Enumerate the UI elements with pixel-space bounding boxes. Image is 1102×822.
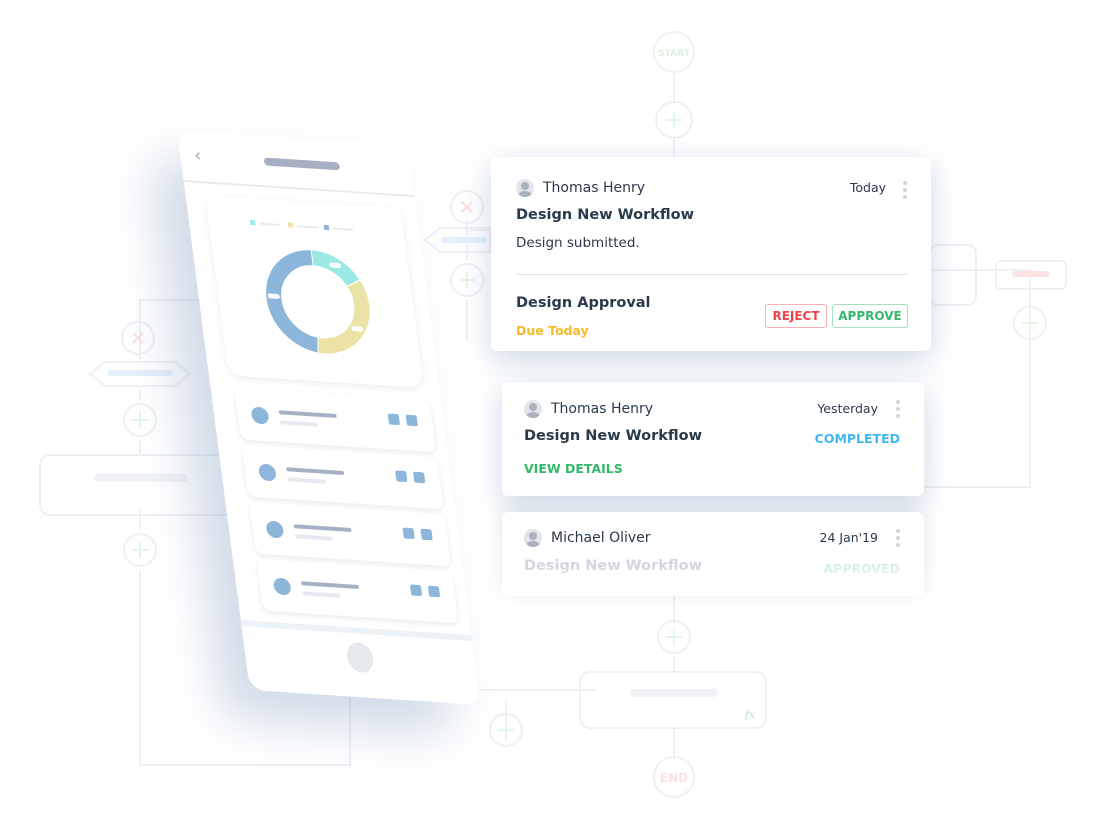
avatar [250, 406, 270, 425]
chart-card [205, 195, 424, 389]
avatar [272, 577, 292, 596]
view-details-link[interactable]: VIEW DETAILS [524, 461, 623, 476]
action-icon[interactable] [405, 414, 418, 427]
phone-list-item[interactable] [241, 444, 444, 510]
donut-slice [310, 249, 361, 288]
legend-label [259, 222, 280, 226]
due-label: Due Today [516, 323, 589, 338]
status-badge: COMPLETED [814, 431, 900, 446]
card-message: Design submitted. [516, 235, 640, 251]
avatar [265, 520, 285, 539]
bottom-bar [240, 620, 473, 642]
more-options-icon[interactable] [896, 529, 900, 550]
divider [516, 274, 908, 275]
card-date: Yesterday [817, 401, 878, 416]
user-name: Thomas Henry [551, 401, 654, 417]
donut-chart [249, 220, 371, 355]
card-title: Design New Workflow [516, 207, 694, 223]
action-icon[interactable] [412, 471, 426, 484]
legend-label [297, 225, 320, 229]
action-icon[interactable] [395, 470, 408, 483]
card-date: Today [849, 180, 886, 195]
home-button[interactable] [345, 641, 376, 674]
user-avatar-icon [516, 179, 534, 197]
user-avatar-icon [524, 400, 542, 418]
more-options-icon[interactable] [903, 181, 907, 202]
back-chevron-icon[interactable]: ‹ [193, 145, 203, 166]
legend-label [332, 227, 354, 231]
action-icon[interactable] [402, 527, 415, 540]
user-avatar-icon [524, 529, 542, 547]
avatar [257, 463, 278, 482]
phone-list-item[interactable] [234, 387, 437, 453]
phone-list-item[interactable] [249, 501, 451, 567]
phone-title-placeholder [263, 157, 341, 171]
completed-card: Thomas Henry Yesterday Design New Workfl… [502, 382, 924, 496]
end-label: END [660, 771, 688, 785]
action-icon[interactable] [420, 528, 433, 541]
start-label: START [658, 49, 690, 59]
more-options-icon[interactable] [896, 400, 900, 421]
user-name: Michael Oliver [551, 530, 651, 546]
card-date: 24 Jan'19 [819, 530, 879, 545]
legend-swatch [287, 222, 294, 228]
approval-card: Thomas Henry Today Design New Workflow D… [491, 157, 931, 351]
phone-list-item[interactable] [256, 558, 459, 624]
card-title: Design New Workflow [524, 428, 702, 444]
action-icon[interactable] [387, 413, 401, 426]
divider [183, 180, 415, 198]
approve-button[interactable]: APPROVE [832, 304, 908, 328]
action-icon[interactable] [427, 585, 441, 598]
user-name: Thomas Henry [543, 180, 646, 196]
action-icon[interactable] [409, 584, 423, 597]
legend-swatch [323, 224, 330, 231]
legend-swatch [249, 220, 256, 226]
reject-button[interactable]: REJECT [765, 304, 827, 328]
approved-card: Michael Oliver 24 Jan'19 Design New Work… [502, 512, 924, 596]
task-name: Design Approval [516, 295, 651, 311]
fx-icon: fx [744, 708, 756, 721]
